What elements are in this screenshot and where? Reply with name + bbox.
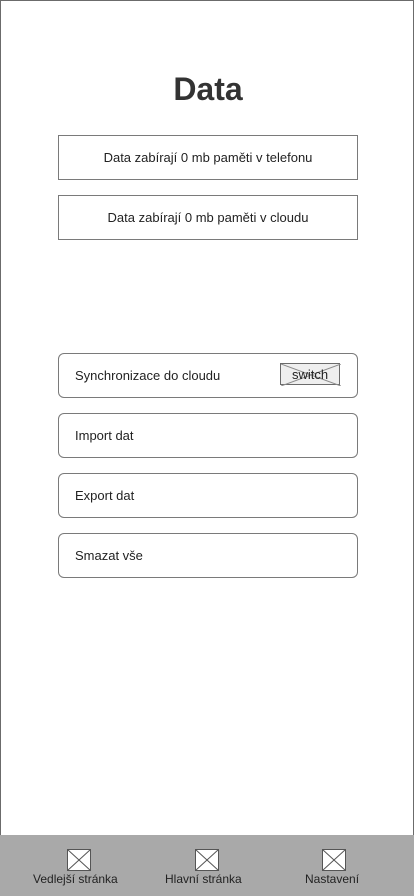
cloud-storage-info: Data zabírají 0 mb paměti v cloudu [58,195,358,240]
nav-label-settings: Nastavení [305,872,360,886]
phone-storage-text: Data zabírají 0 mb paměti v telefonu [103,150,313,165]
cloud-sync-switch-label: switch [291,366,329,382]
nav-item-main-page[interactable]: Hlavní stránka [158,835,258,896]
bottom-navigation: Vedlejší stránka Hlavní stránka Nastaven… [0,835,414,896]
cloud-sync-switch[interactable]: switch [280,363,341,386]
nav-item-side-page[interactable]: Vedlejší stránka [0,835,158,896]
export-data-button[interactable]: Export dat [58,473,358,518]
import-data-button[interactable]: Import dat [58,413,358,458]
export-data-label: Export dat [75,488,135,503]
delete-all-label: Smazat vše [75,548,143,563]
import-data-label: Import dat [75,428,134,443]
cloud-sync-option: Synchronizace do cloudu switch [58,353,358,398]
nav-label-side-page: Vedlejší stránka [33,872,118,886]
image-placeholder-icon [67,849,91,871]
image-placeholder-icon [195,849,219,871]
page-title: Data [173,71,243,107]
screen-frame: Data Data zabírají 0 mb paměti v telefon… [0,0,414,896]
nav-label-main-page: Hlavní stránka [165,872,242,886]
image-placeholder-icon [322,849,346,871]
nav-item-settings[interactable]: Nastavení [290,835,390,896]
phone-storage-info: Data zabírají 0 mb paměti v telefonu [58,135,358,180]
cloud-sync-label: Synchronizace do cloudu [75,368,221,383]
delete-all-button[interactable]: Smazat vše [58,533,358,578]
cloud-storage-text: Data zabírají 0 mb paměti v cloudu [107,210,309,225]
